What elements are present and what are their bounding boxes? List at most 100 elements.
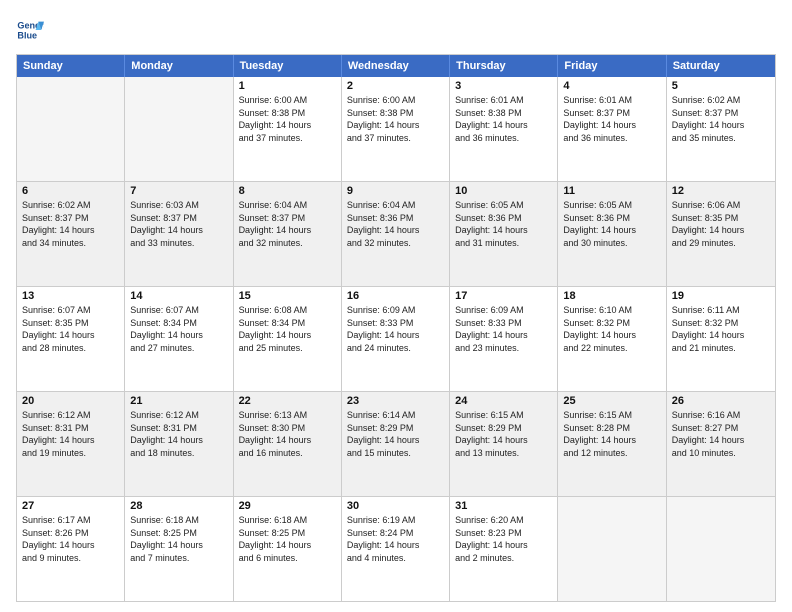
calendar-cell: 5 Sunrise: 6:02 AM Sunset: 8:37 PM Daylig… bbox=[667, 77, 775, 181]
day-number: 10 bbox=[455, 185, 552, 197]
day-number: 16 bbox=[347, 290, 444, 302]
calendar-cell: 15 Sunrise: 6:08 AM Sunset: 8:34 PM Dayli… bbox=[234, 287, 342, 391]
calendar-cell: 16 Sunrise: 6:09 AM Sunset: 8:33 PM Dayli… bbox=[342, 287, 450, 391]
day-number: 15 bbox=[239, 290, 336, 302]
calendar-cell: 25Sunrise: 6:15 AM Sunset: 8:28 PM Dayli… bbox=[558, 392, 666, 496]
calendar-cell bbox=[17, 77, 125, 181]
day-number: 19 bbox=[672, 290, 770, 302]
day-info: Sunrise: 6:02 AM Sunset: 8:37 PM Dayligh… bbox=[672, 94, 770, 144]
calendar-cell: 14 Sunrise: 6:07 AM Sunset: 8:34 PM Dayli… bbox=[125, 287, 233, 391]
day-number: 26 bbox=[672, 395, 770, 407]
day-info: Sunrise: 6:13 AM Sunset: 8:30 PM Dayligh… bbox=[239, 409, 336, 459]
day-info: Sunrise: 6:20 AM Sunset: 8:23 PM Dayligh… bbox=[455, 514, 552, 564]
day-number: 13 bbox=[22, 290, 119, 302]
weekday-header-saturday: Saturday bbox=[667, 55, 775, 77]
day-number: 4 bbox=[563, 80, 660, 92]
day-info: Sunrise: 6:04 AM Sunset: 8:36 PM Dayligh… bbox=[347, 199, 444, 249]
day-number: 5 bbox=[672, 80, 770, 92]
day-number: 30 bbox=[347, 500, 444, 512]
day-number: 1 bbox=[239, 80, 336, 92]
calendar-cell bbox=[667, 497, 775, 601]
day-number: 29 bbox=[239, 500, 336, 512]
calendar-cell: 20 Sunrise: 6:12 AM Sunset: 8:31 PM Dayli… bbox=[17, 392, 125, 496]
calendar-cell: 11Sunrise: 6:05 AM Sunset: 8:36 PM Dayli… bbox=[558, 182, 666, 286]
day-info: Sunrise: 6:01 AM Sunset: 8:37 PM Dayligh… bbox=[563, 94, 660, 144]
weekday-header-wednesday: Wednesday bbox=[342, 55, 450, 77]
calendar-cell: 19 Sunrise: 6:11 AM Sunset: 8:32 PM Dayli… bbox=[667, 287, 775, 391]
day-number: 23 bbox=[347, 395, 444, 407]
day-number: 12 bbox=[672, 185, 770, 197]
day-info: Sunrise: 6:05 AM Sunset: 8:36 PM Dayligh… bbox=[455, 199, 552, 249]
day-info: Sunrise: 6:01 AM Sunset: 8:38 PM Dayligh… bbox=[455, 94, 552, 144]
calendar: SundayMondayTuesdayWednesdayThursdayFrid… bbox=[16, 54, 776, 602]
calendar-cell: 24 Sunrise: 6:15 AM Sunset: 8:29 PM Dayli… bbox=[450, 392, 558, 496]
weekday-header-sunday: Sunday bbox=[17, 55, 125, 77]
day-number: 9 bbox=[347, 185, 444, 197]
calendar-row-2: 13 Sunrise: 6:07 AM Sunset: 8:35 PM Dayli… bbox=[17, 286, 775, 391]
day-info: Sunrise: 6:15 AM Sunset: 8:29 PM Dayligh… bbox=[455, 409, 552, 459]
day-number: 24 bbox=[455, 395, 552, 407]
day-number: 20 bbox=[22, 395, 119, 407]
weekday-header-monday: Monday bbox=[125, 55, 233, 77]
day-number: 2 bbox=[347, 80, 444, 92]
day-info: Sunrise: 6:00 AM Sunset: 8:38 PM Dayligh… bbox=[347, 94, 444, 144]
calendar-cell: 21 Sunrise: 6:12 AM Sunset: 8:31 PM Dayli… bbox=[125, 392, 233, 496]
day-number: 21 bbox=[130, 395, 227, 407]
calendar-cell: 28Sunrise: 6:18 AM Sunset: 8:25 PM Dayli… bbox=[125, 497, 233, 601]
calendar-cell: 27Sunrise: 6:17 AM Sunset: 8:26 PM Dayli… bbox=[17, 497, 125, 601]
day-info: Sunrise: 6:04 AM Sunset: 8:37 PM Dayligh… bbox=[239, 199, 336, 249]
day-info: Sunrise: 6:11 AM Sunset: 8:32 PM Dayligh… bbox=[672, 304, 770, 354]
calendar-cell: 13 Sunrise: 6:07 AM Sunset: 8:35 PM Dayli… bbox=[17, 287, 125, 391]
day-info: Sunrise: 6:09 AM Sunset: 8:33 PM Dayligh… bbox=[347, 304, 444, 354]
calendar-cell: 23 Sunrise: 6:14 AM Sunset: 8:29 PM Dayli… bbox=[342, 392, 450, 496]
weekday-header-tuesday: Tuesday bbox=[234, 55, 342, 77]
calendar-row-3: 20 Sunrise: 6:12 AM Sunset: 8:31 PM Dayli… bbox=[17, 391, 775, 496]
day-number: 7 bbox=[130, 185, 227, 197]
calendar-cell: 8Sunrise: 6:04 AM Sunset: 8:37 PM Daylig… bbox=[234, 182, 342, 286]
calendar-cell: 3Sunrise: 6:01 AM Sunset: 8:38 PM Daylig… bbox=[450, 77, 558, 181]
logo-icon: General Blue bbox=[16, 16, 44, 44]
day-info: Sunrise: 6:03 AM Sunset: 8:37 PM Dayligh… bbox=[130, 199, 227, 249]
calendar-cell: 6Sunrise: 6:02 AM Sunset: 8:37 PM Daylig… bbox=[17, 182, 125, 286]
svg-text:Blue: Blue bbox=[17, 30, 37, 40]
day-info: Sunrise: 6:18 AM Sunset: 8:25 PM Dayligh… bbox=[239, 514, 336, 564]
calendar-cell: 31 Sunrise: 6:20 AM Sunset: 8:23 PM Dayli… bbox=[450, 497, 558, 601]
logo: General Blue bbox=[16, 16, 48, 44]
day-info: Sunrise: 6:08 AM Sunset: 8:34 PM Dayligh… bbox=[239, 304, 336, 354]
day-info: Sunrise: 6:00 AM Sunset: 8:38 PM Dayligh… bbox=[239, 94, 336, 144]
day-number: 27 bbox=[22, 500, 119, 512]
calendar-cell: 1 Sunrise: 6:00 AM Sunset: 8:38 PM Daylig… bbox=[234, 77, 342, 181]
day-info: Sunrise: 6:19 AM Sunset: 8:24 PM Dayligh… bbox=[347, 514, 444, 564]
day-info: Sunrise: 6:12 AM Sunset: 8:31 PM Dayligh… bbox=[22, 409, 119, 459]
page-header: General Blue bbox=[16, 16, 776, 44]
calendar-cell: 7 Sunrise: 6:03 AM Sunset: 8:37 PM Daylig… bbox=[125, 182, 233, 286]
calendar-cell: 30 Sunrise: 6:19 AM Sunset: 8:24 PM Dayli… bbox=[342, 497, 450, 601]
calendar-cell: 10 Sunrise: 6:05 AM Sunset: 8:36 PM Dayli… bbox=[450, 182, 558, 286]
day-info: Sunrise: 6:12 AM Sunset: 8:31 PM Dayligh… bbox=[130, 409, 227, 459]
calendar-cell: 9 Sunrise: 6:04 AM Sunset: 8:36 PM Daylig… bbox=[342, 182, 450, 286]
day-number: 17 bbox=[455, 290, 552, 302]
day-number: 14 bbox=[130, 290, 227, 302]
calendar-header: SundayMondayTuesdayWednesdayThursdayFrid… bbox=[17, 55, 775, 77]
calendar-cell: 18Sunrise: 6:10 AM Sunset: 8:32 PM Dayli… bbox=[558, 287, 666, 391]
day-info: Sunrise: 6:14 AM Sunset: 8:29 PM Dayligh… bbox=[347, 409, 444, 459]
day-info: Sunrise: 6:16 AM Sunset: 8:27 PM Dayligh… bbox=[672, 409, 770, 459]
calendar-row-1: 6Sunrise: 6:02 AM Sunset: 8:37 PM Daylig… bbox=[17, 181, 775, 286]
calendar-cell bbox=[125, 77, 233, 181]
calendar-cell bbox=[558, 497, 666, 601]
calendar-cell: 29 Sunrise: 6:18 AM Sunset: 8:25 PM Dayli… bbox=[234, 497, 342, 601]
day-number: 6 bbox=[22, 185, 119, 197]
day-number: 31 bbox=[455, 500, 552, 512]
day-number: 25 bbox=[563, 395, 660, 407]
day-number: 18 bbox=[563, 290, 660, 302]
day-info: Sunrise: 6:18 AM Sunset: 8:25 PM Dayligh… bbox=[130, 514, 227, 564]
calendar-cell: 12Sunrise: 6:06 AM Sunset: 8:35 PM Dayli… bbox=[667, 182, 775, 286]
day-info: Sunrise: 6:09 AM Sunset: 8:33 PM Dayligh… bbox=[455, 304, 552, 354]
day-info: Sunrise: 6:07 AM Sunset: 8:35 PM Dayligh… bbox=[22, 304, 119, 354]
day-info: Sunrise: 6:07 AM Sunset: 8:34 PM Dayligh… bbox=[130, 304, 227, 354]
weekday-header-friday: Friday bbox=[558, 55, 666, 77]
calendar-cell: 22Sunrise: 6:13 AM Sunset: 8:30 PM Dayli… bbox=[234, 392, 342, 496]
calendar-body: 1 Sunrise: 6:00 AM Sunset: 8:38 PM Daylig… bbox=[17, 77, 775, 601]
calendar-row-0: 1 Sunrise: 6:00 AM Sunset: 8:38 PM Daylig… bbox=[17, 77, 775, 181]
calendar-cell: 4 Sunrise: 6:01 AM Sunset: 8:37 PM Daylig… bbox=[558, 77, 666, 181]
